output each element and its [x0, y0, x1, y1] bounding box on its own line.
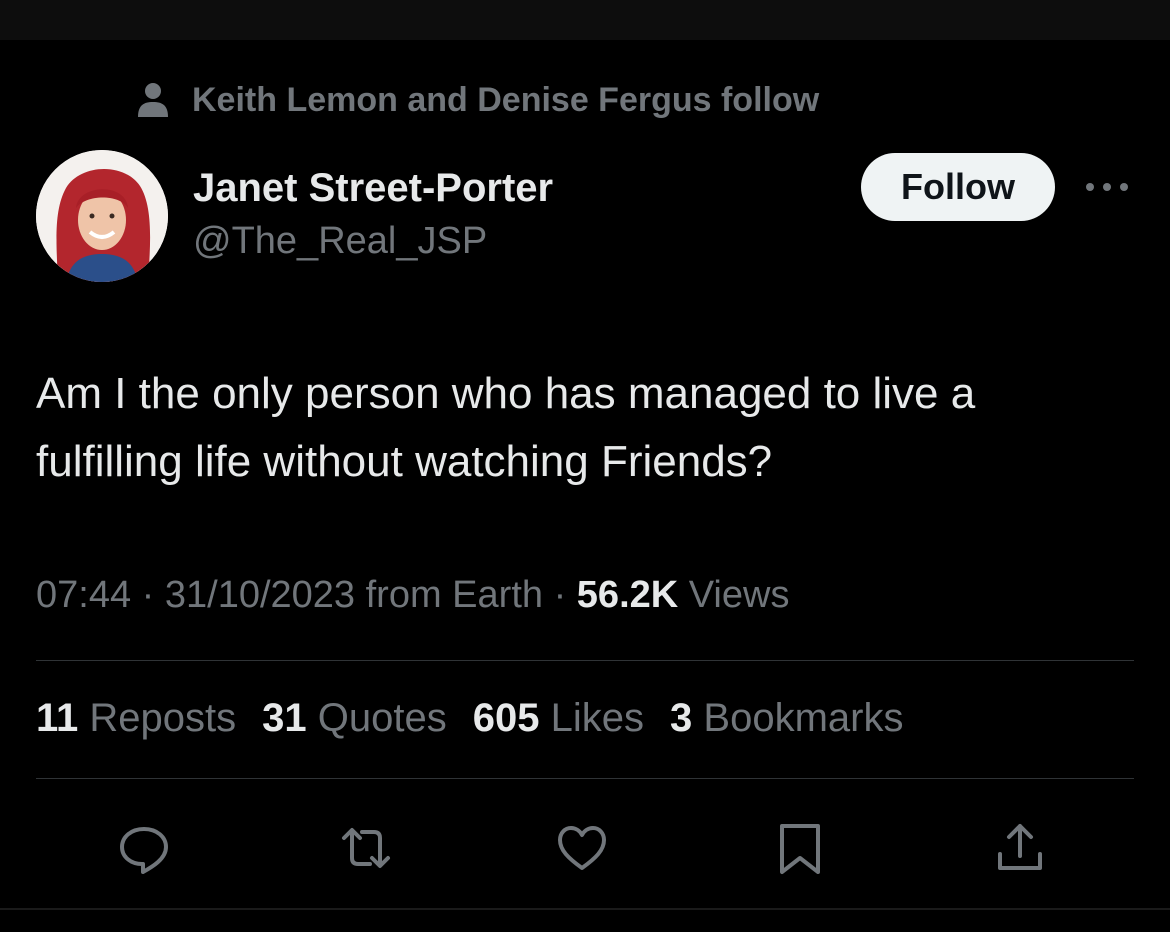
tweet-text-line: Am I the only person who has managed to … [36, 369, 976, 418]
reposts-label: Reposts [89, 696, 237, 740]
tweet-source: from Earth [365, 574, 544, 616]
bottom-divider [0, 908, 1170, 910]
share-icon[interactable] [990, 818, 1050, 878]
tweet-text: Am I the only person who has managed to … [36, 360, 1136, 496]
user-handle[interactable]: @The_Real_JSP [193, 220, 487, 263]
engagement-stats: 11 Reposts 31 Quotes 605 Likes 3 Bookmar… [36, 696, 903, 741]
bookmarks-label: Bookmarks [703, 696, 904, 740]
separator-dot: · [141, 574, 165, 616]
bookmark-icon[interactable] [770, 818, 830, 878]
tweet-meta: 07:44 · 31/10/2023 from Earth · 56.2K Vi… [36, 574, 789, 617]
reply-icon[interactable] [114, 818, 174, 878]
tweet-date[interactable]: 31/10/2023 [165, 574, 355, 616]
reposts-stat[interactable]: 11 Reposts [36, 696, 236, 741]
bookmarks-stat[interactable]: 3 Bookmarks [670, 696, 903, 741]
divider [36, 660, 1134, 661]
likes-count: 605 [472, 696, 540, 740]
social-context-text: Keith Lemon and Denise Fergus follow [192, 80, 820, 119]
divider [36, 778, 1134, 779]
tweet-text-line: fulfilling life without watching Friends… [36, 437, 773, 486]
views-count: 56.2K [576, 574, 679, 616]
follow-button[interactable]: Follow [861, 153, 1055, 221]
bookmarks-count: 3 [670, 696, 693, 740]
separator-dot: · [553, 574, 577, 616]
likes-label: Likes [550, 696, 645, 740]
quotes-label: Quotes [317, 696, 447, 740]
repost-icon[interactable] [336, 818, 396, 878]
quotes-stat[interactable]: 31 Quotes [262, 696, 447, 741]
tweet-time[interactable]: 07:44 [36, 574, 131, 616]
like-icon[interactable] [552, 818, 612, 878]
status-bar [0, 0, 1170, 40]
social-context: Keith Lemon and Denise Fergus follow [136, 80, 819, 120]
display-name[interactable]: Janet Street-Porter [193, 166, 553, 211]
likes-stat[interactable]: 605 Likes [473, 696, 644, 741]
more-dots-icon[interactable] [1082, 170, 1132, 204]
quotes-count: 31 [262, 696, 307, 740]
reposts-count: 11 [36, 696, 79, 740]
person-icon [136, 82, 170, 118]
avatar[interactable] [36, 150, 168, 282]
views-label: Views [688, 574, 790, 616]
